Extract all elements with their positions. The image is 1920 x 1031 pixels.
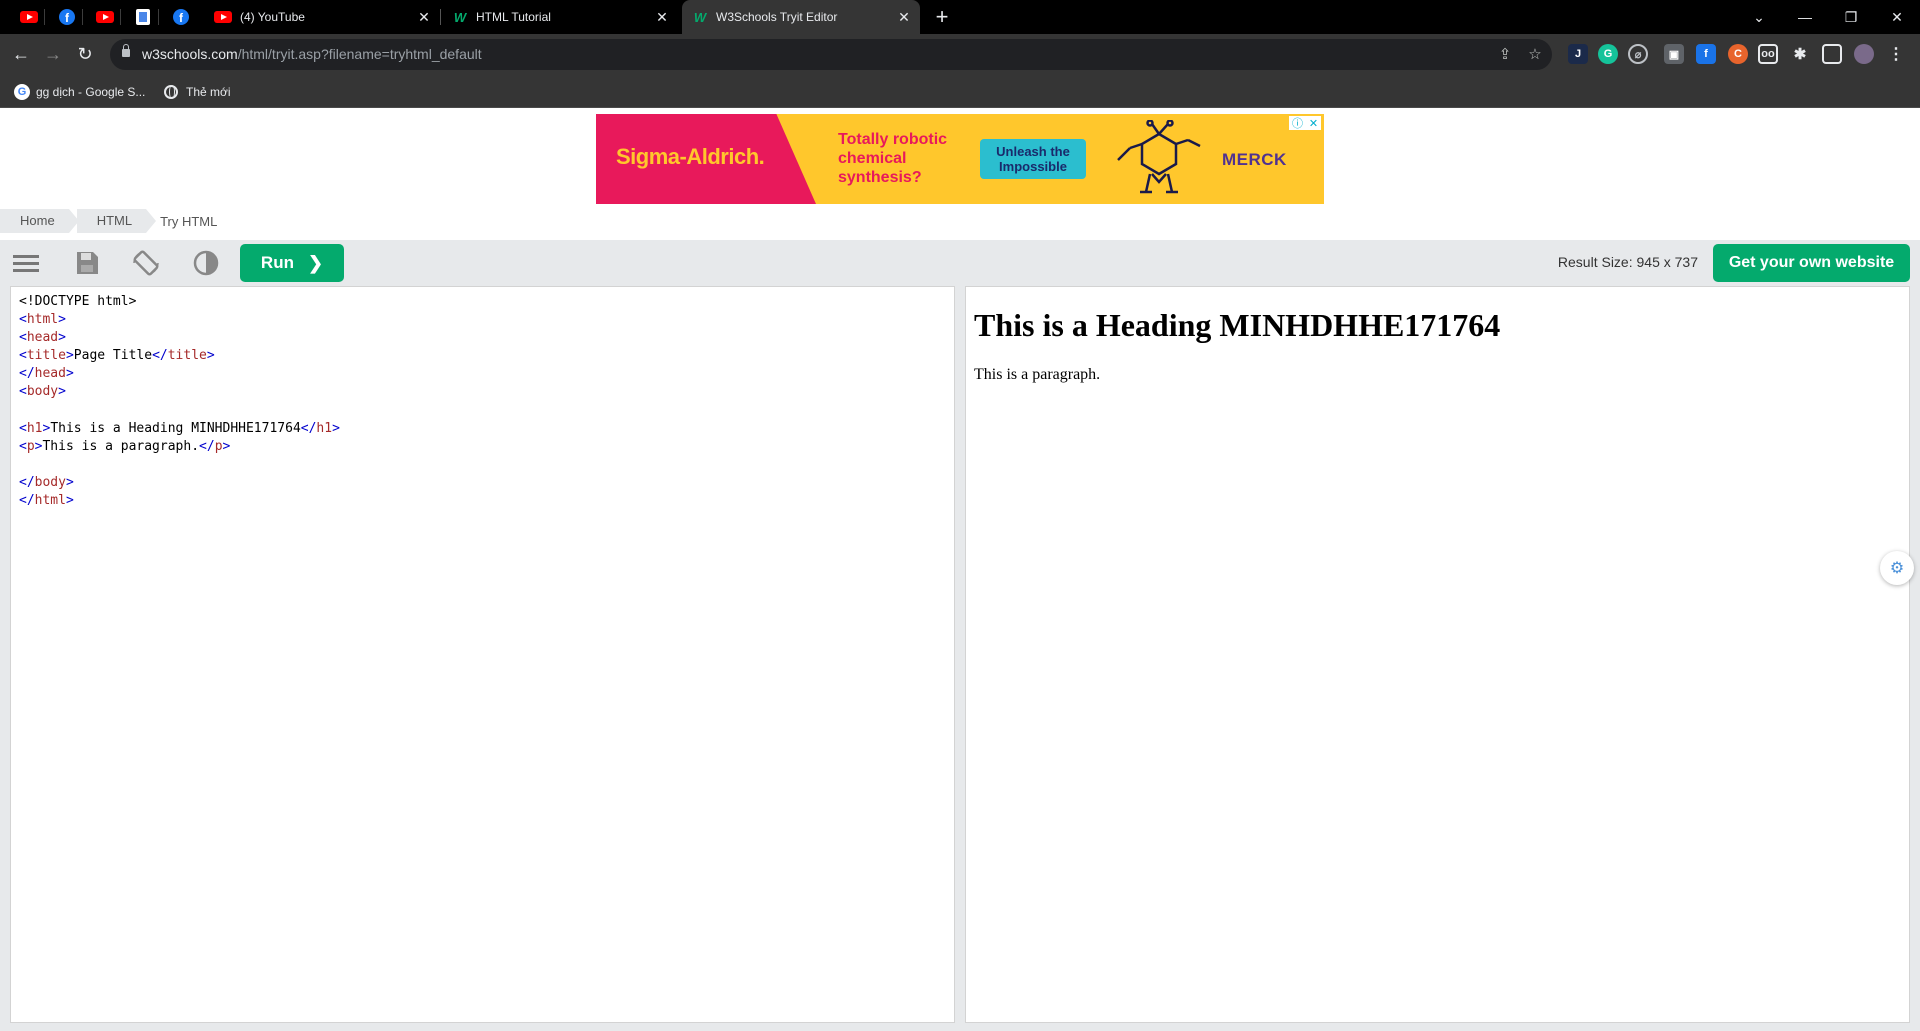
run-label: Run: [260, 253, 294, 272]
molecule-robot-icon: [1117, 120, 1201, 194]
breadcrumb-current: Try HTML: [160, 213, 218, 229]
browser-tab-bar: f f (4) YouTube ✕ W HTML Tutorial ✕ W W3…: [0, 0, 1920, 34]
extension-c-icon[interactable]: C: [1728, 44, 1748, 64]
pinned-tab-facebook[interactable]: f: [52, 0, 83, 34]
run-button[interactable]: Run ❯: [240, 244, 344, 282]
bookmark-new-tab[interactable]: Thẻ mới: [164, 82, 231, 102]
tab-title: HTML Tutorial: [476, 10, 551, 24]
tab-tryit-editor[interactable]: W W3Schools Tryit Editor ✕: [682, 0, 920, 34]
bookmarks-bar: G gg dịch - Google S... Thẻ mới: [0, 75, 1920, 108]
code-line[interactable]: <title>Page Title</title>: [19, 347, 340, 365]
result-paragraph: This is a paragraph.: [974, 366, 1101, 383]
lock-icon[interactable]: [122, 44, 130, 57]
code-line[interactable]: <body>: [19, 383, 340, 401]
compass-icon[interactable]: ⌀: [1628, 44, 1648, 64]
youtube-icon: [214, 11, 232, 23]
document-icon: [136, 9, 150, 25]
w3schools-icon: W: [453, 9, 467, 25]
youtube-icon: [96, 11, 114, 23]
pinned-tab-document[interactable]: [128, 0, 159, 34]
code-line[interactable]: [19, 402, 340, 420]
side-panel-icon[interactable]: [1822, 44, 1842, 64]
google-icon: G: [14, 84, 30, 100]
address-bar[interactable]: w3schools.com/html/tryit.asp?filename=tr…: [110, 39, 1552, 70]
page-content: Sigma-Aldrich. Totally robotic chemical …: [0, 109, 1920, 1031]
menu-icon[interactable]: [11, 248, 41, 278]
menu-kebab-icon[interactable]: ⋮: [1886, 44, 1906, 64]
extension-j-icon[interactable]: J: [1568, 44, 1588, 64]
close-window-button[interactable]: ✕: [1874, 0, 1920, 34]
bookmark-label: Thẻ mới: [186, 85, 231, 99]
code-line[interactable]: </html>: [19, 492, 340, 510]
advertisement-banner[interactable]: Sigma-Aldrich. Totally robotic chemical …: [596, 114, 1324, 204]
code-line[interactable]: <h1>This is a Heading MINHDHHE171764</h1…: [19, 420, 340, 438]
browser-toolbar: ← → ↻ w3schools.com/html/tryit.asp?filen…: [0, 34, 1920, 75]
extensions-puzzle-icon[interactable]: ✱: [1790, 44, 1810, 64]
bookmark-label: gg dịch - Google S...: [36, 85, 146, 99]
reload-button[interactable]: ↻: [72, 41, 98, 67]
ad-partner-logo: MERCK: [1222, 150, 1287, 169]
editor-toolbar: Run ❯ Result Size: 945 x 737 Get your ow…: [0, 240, 1920, 286]
tab-youtube[interactable]: (4) YouTube ✕: [204, 0, 440, 34]
w3schools-icon: W: [693, 9, 707, 25]
ad-headline: Totally robotic chemical synthesis?: [838, 131, 948, 186]
breadcrumb: Home HTML Try HTML: [0, 209, 217, 233]
code-line[interactable]: <p>This is a paragraph.</p>: [19, 438, 340, 456]
pinned-tab-youtube-2[interactable]: [90, 0, 121, 34]
code-line[interactable]: </body>: [19, 474, 340, 492]
bookmark-google-translate[interactable]: G gg dịch - Google S...: [14, 82, 145, 102]
facebook-icon: f: [173, 9, 189, 25]
code-line[interactable]: <!DOCTYPE html>: [19, 293, 340, 311]
breadcrumb-home[interactable]: Home: [0, 209, 79, 233]
floating-assistant-icon[interactable]: ⚙: [1880, 551, 1914, 585]
restore-button[interactable]: ❐: [1828, 0, 1874, 34]
tab-title: (4) YouTube: [240, 10, 305, 24]
share-icon[interactable]: ⇪: [1494, 44, 1516, 66]
code-line[interactable]: <html>: [19, 311, 340, 329]
rotate-orientation-icon[interactable]: [131, 248, 161, 278]
result-frame: This is a Heading MINHDHHE171764 This is…: [965, 286, 1910, 1023]
new-tab-button[interactable]: +: [930, 5, 954, 29]
ad-info-icon[interactable]: ⓘ: [1292, 115, 1303, 131]
code-text[interactable]: <!DOCTYPE html> <html> <head> <title>Page T…: [19, 293, 340, 510]
tab-title: W3Schools Tryit Editor: [716, 10, 838, 24]
save-icon[interactable]: [72, 248, 102, 278]
facebook-icon: f: [59, 9, 75, 25]
grammarly-icon[interactable]: G: [1598, 44, 1618, 64]
theme-contrast-icon[interactable]: [191, 248, 221, 278]
profile-avatar[interactable]: [1854, 44, 1874, 64]
ad-brand: Sigma-Aldrich.: [616, 144, 765, 169]
close-tab-icon[interactable]: ✕: [416, 9, 432, 25]
code-line[interactable]: <head>: [19, 329, 340, 347]
pinned-tab-youtube[interactable]: [14, 0, 45, 34]
close-tab-icon[interactable]: ✕: [654, 9, 670, 25]
ad-choices[interactable]: ⓘ ✕: [1289, 116, 1321, 130]
url-text: w3schools.com/html/tryit.asp?filename=tr…: [142, 46, 482, 62]
extension-oo-icon[interactable]: oo: [1758, 44, 1778, 64]
minimize-button[interactable]: —: [1782, 0, 1828, 34]
forward-button[interactable]: →: [40, 41, 66, 67]
editor-panes: <!DOCTYPE html> <html> <head> <title>Page T…: [0, 286, 1920, 1031]
get-own-website-button[interactable]: Get your own website: [1713, 244, 1910, 282]
tab-html-tutorial[interactable]: W HTML Tutorial ✕: [442, 0, 678, 34]
extension-badge-icon[interactable]: f: [1696, 44, 1716, 64]
globe-icon: [164, 85, 178, 99]
pinned-tab-facebook-2[interactable]: f: [166, 0, 196, 34]
back-button[interactable]: ←: [8, 41, 34, 67]
breadcrumb-html[interactable]: HTML: [76, 209, 157, 233]
code-line[interactable]: [19, 456, 340, 474]
code-line[interactable]: </head>: [19, 365, 340, 383]
ad-close-icon[interactable]: ✕: [1309, 117, 1318, 130]
tab-search-button[interactable]: ⌄: [1736, 0, 1782, 34]
ad-cta-button[interactable]: Unleash the Impossible: [980, 139, 1086, 179]
code-editor[interactable]: <!DOCTYPE html> <html> <head> <title>Page T…: [10, 286, 955, 1023]
extension-off-icon[interactable]: ▣: [1664, 44, 1684, 64]
chevron-right-icon: ❯: [307, 252, 324, 273]
youtube-icon: [20, 11, 38, 23]
bookmark-star-icon[interactable]: ☆: [1524, 44, 1546, 66]
result-heading: This is a Heading MINHDHHE171764: [974, 307, 1501, 343]
result-size-label: Result Size: 945 x 737: [1557, 254, 1698, 270]
close-tab-icon[interactable]: ✕: [896, 9, 912, 25]
